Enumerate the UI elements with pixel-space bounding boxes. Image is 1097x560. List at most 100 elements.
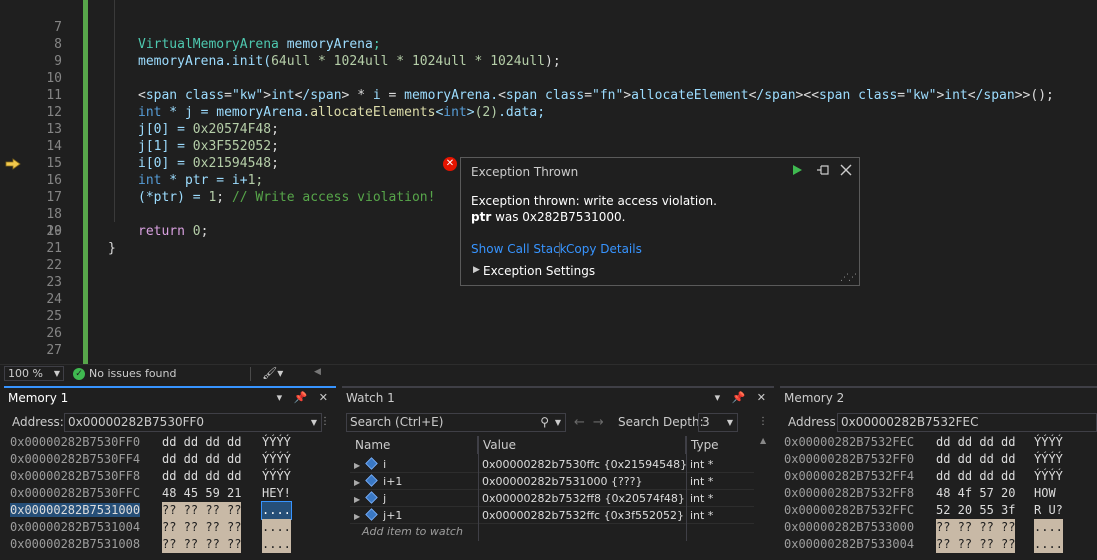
watch1-header[interactable]: Watch 1 ▾ 📌 ✕ xyxy=(342,386,774,408)
code-line-25[interactable]: 25 xyxy=(0,308,1097,325)
memory-bytes[interactable]: ?? ?? ?? ?? xyxy=(936,519,1016,536)
memory-row[interactable]: 0x00000282B7531000 ?? ?? ?? ??.... xyxy=(10,501,292,520)
memory-row[interactable]: 0x00000282B7533004 ?? ?? ?? ??.... xyxy=(784,536,1063,553)
watch-item-value[interactable]: 0x00000282b7532ff8 {0x20574f48} xyxy=(482,490,685,507)
vertical-scrollbar[interactable]: ▲ xyxy=(760,436,770,560)
watch-item-value[interactable]: 0x00000282b7532ffc {0x3f552052} xyxy=(482,507,684,524)
watch-item-name[interactable]: ▶ j+1 xyxy=(354,507,402,525)
close-icon[interactable] xyxy=(840,164,852,176)
memory-bytes[interactable]: dd dd dd dd xyxy=(936,434,1015,451)
memory-bytes[interactable]: ?? ?? ?? ?? xyxy=(162,536,242,553)
memory-row[interactable]: 0x00000282B7532FFC 52 20 55 3f R U? xyxy=(784,502,1063,519)
memory-bytes[interactable]: dd dd dd dd xyxy=(162,468,241,485)
code-line-10[interactable]: 10 <span class="kw">int</span> * i = mem… xyxy=(0,53,1097,103)
more-icon[interactable]: ⋮ xyxy=(758,416,768,427)
add-watch-item[interactable]: Add item to watch xyxy=(362,525,463,538)
column-header-type[interactable]: Type xyxy=(686,436,754,454)
memory-ascii[interactable]: ÝÝÝÝ xyxy=(262,468,291,485)
panel-controls[interactable]: ▾ 📌 ✕ xyxy=(715,388,770,408)
memory-bytes[interactable]: dd dd dd dd xyxy=(936,468,1015,485)
watch-row[interactable]: ▶ i 0x00000282b7530ffc {0x21594548} int * xyxy=(350,456,754,473)
memory-ascii[interactable]: HEY! xyxy=(262,485,291,502)
expand-icon[interactable]: ▶ xyxy=(354,461,360,470)
expand-icon[interactable]: ▶ xyxy=(354,495,360,504)
memory-ascii[interactable]: R U? xyxy=(1034,502,1063,519)
memory-ascii[interactable]: .... xyxy=(1034,519,1063,536)
copy-details-link[interactable]: Copy Details xyxy=(566,242,642,256)
memory-bytes[interactable]: dd dd dd dd xyxy=(162,434,241,451)
expand-icon[interactable]: ▶ xyxy=(354,512,360,521)
memory-ascii[interactable]: HOW xyxy=(1034,485,1063,502)
scroll-up-icon[interactable]: ▲ xyxy=(760,436,766,445)
issues-indicator[interactable]: ✓ No issues found xyxy=(73,367,176,381)
panel-controls[interactable]: ▾ 📌 ✕ xyxy=(277,388,332,408)
exception-popup[interactable]: Exception Thrown Exception thrown: write… xyxy=(460,157,860,286)
column-header-name[interactable]: Name xyxy=(350,436,478,454)
code-line-14[interactable]: 14 i[0] = 0x21594548; xyxy=(0,121,1097,171)
watch-item-value[interactable]: 0x00000282b7530ffc {0x21594548} xyxy=(482,456,687,473)
memory-ascii[interactable]: ÝÝÝÝ xyxy=(1034,468,1063,485)
memory-row[interactable]: 0x00000282B7532FEC dd dd dd dd ÝÝÝÝ xyxy=(784,434,1063,451)
memory2-header[interactable]: Memory 2 xyxy=(780,386,1097,408)
memory-bytes[interactable]: 48 4f 57 20 xyxy=(936,485,1015,502)
memory-row[interactable]: 0x00000282B7530FF0 dd dd dd dd ÝÝÝÝ xyxy=(10,434,291,451)
exception-settings-expander[interactable]: Exception Settings xyxy=(483,264,595,278)
memory2-panel[interactable]: Memory 2 Address: 0x00000282B7532FEC 0x0… xyxy=(780,386,1097,560)
memory-row[interactable]: 0x00000282B7531004 ?? ?? ?? ??.... xyxy=(10,519,291,536)
error-icon[interactable]: ✕ xyxy=(443,157,457,171)
show-call-stack-link[interactable]: Show Call Stack xyxy=(471,242,567,256)
memory-ascii[interactable]: ÝÝÝÝ xyxy=(1034,451,1063,468)
memory-ascii[interactable]: .... xyxy=(262,536,291,553)
memory-row[interactable]: 0x00000282B7530FF4 dd dd dd dd ÝÝÝÝ xyxy=(10,451,291,468)
memory-row[interactable]: 0x00000282B7532FF0 dd dd dd dd ÝÝÝÝ xyxy=(784,451,1063,468)
column-header-value[interactable]: Value xyxy=(478,436,686,454)
code-line-13[interactable]: 13 j[1] = 0x3F552052; xyxy=(0,104,1097,154)
memory-bytes[interactable]: dd dd dd dd xyxy=(162,451,241,468)
search-navigation[interactable]: ←→ xyxy=(574,415,612,430)
memory-row[interactable]: 0x00000282B7530FFC 48 45 59 21 HEY! xyxy=(10,485,291,502)
code-line-15[interactable]: 15 int * ptr = i+1; xyxy=(0,138,1097,188)
address-input[interactable]: 0x00000282B7530FF0 ▼ xyxy=(64,413,322,432)
code-editor[interactable]: 7 VirtualMemoryArena memoryArena; 8 memo… xyxy=(0,0,1097,364)
code-cleanup-brush-icon[interactable]: 🖌▾ xyxy=(262,366,283,380)
code-line-27[interactable]: 27 xyxy=(0,342,1097,359)
code-line-24[interactable]: 24 xyxy=(0,291,1097,308)
memory-bytes[interactable]: ?? ?? ?? ?? xyxy=(936,536,1016,553)
memory-ascii[interactable]: .... xyxy=(262,519,291,536)
watch-item-name[interactable]: ▶ j xyxy=(354,490,386,508)
watch-item-value[interactable]: 0x00000282b7531000 {???} xyxy=(482,473,642,490)
search-depth-dropdown[interactable]: 3 ▼ xyxy=(698,413,738,432)
zoom-dropdown[interactable]: 100 % ▼ xyxy=(4,366,64,381)
code-line-26[interactable]: 26 xyxy=(0,325,1097,342)
memory-ascii[interactable]: .... xyxy=(261,501,292,520)
code-line-7[interactable]: 7 VirtualMemoryArena memoryArena; xyxy=(0,2,1097,52)
memory-row[interactable]: 0x00000282B7531008 ?? ?? ?? ??.... xyxy=(10,536,291,553)
memory-bytes[interactable]: ?? ?? ?? ?? xyxy=(162,519,242,536)
pin-icon[interactable] xyxy=(816,164,830,176)
watch1-panel[interactable]: Watch 1 ▾ 📌 ✕ Search (Ctrl+E) ⚲ ▼ ←→ Sea… xyxy=(342,386,774,560)
memory-ascii[interactable]: .... xyxy=(1034,536,1063,553)
code-line-8[interactable]: 8 memoryArena.init(64ull * 1024ull * 102… xyxy=(0,19,1097,69)
memory-row[interactable]: 0x00000282B7532FF4 dd dd dd dd ÝÝÝÝ xyxy=(784,468,1063,485)
watch-item-name[interactable]: ▶ i xyxy=(354,456,386,474)
watch-row[interactable]: ▶ j 0x00000282b7532ff8 {0x20574f48} int * xyxy=(350,490,754,507)
search-input[interactable]: Search (Ctrl+E) ⚲ ▼ xyxy=(346,413,566,432)
memory-row[interactable]: 0x00000282B7530FF8 dd dd dd dd ÝÝÝÝ xyxy=(10,468,291,485)
watch-item-name[interactable]: ▶ i+1 xyxy=(354,473,402,491)
watch-row[interactable]: ▶ i+1 0x00000282b7531000 {???} int * xyxy=(350,473,754,490)
memory-row[interactable]: 0x00000282B7533000 ?? ?? ?? ??.... xyxy=(784,519,1063,536)
memory-bytes[interactable]: ?? ?? ?? ?? xyxy=(162,502,242,519)
memory-row[interactable]: 0x00000282B7532FF8 48 4f 57 20 HOW xyxy=(784,485,1056,502)
watch-row[interactable]: ▶ j+1 0x00000282b7532ffc {0x3f552052} int * xyxy=(350,507,754,524)
scroll-left-icon[interactable]: ◀ xyxy=(314,367,321,377)
memory-ascii[interactable]: ÝÝÝÝ xyxy=(1034,434,1063,451)
play-icon[interactable] xyxy=(791,164,803,176)
code-line-12[interactable]: 12 j[0] = 0x20574F48; xyxy=(0,87,1097,137)
resize-grip-icon[interactable]: ⋰⋰ xyxy=(840,273,857,283)
memory-bytes[interactable]: dd dd dd dd xyxy=(936,451,1015,468)
more-icon[interactable]: ⋮ xyxy=(320,416,330,427)
memory-bytes[interactable]: 48 45 59 21 xyxy=(162,485,241,502)
address-input[interactable]: 0x00000282B7532FEC xyxy=(837,413,1097,432)
code-line-9[interactable]: 9 xyxy=(0,36,1097,69)
code-line-11[interactable]: 11 int * j = memoryArena.allocateElement… xyxy=(0,70,1097,120)
